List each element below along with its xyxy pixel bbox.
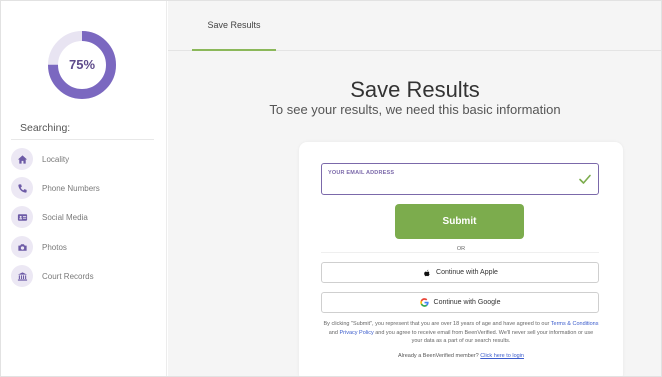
searching-label: Searching:: [20, 122, 71, 134]
login-prompt: Already a BeenVerified member? Click her…: [299, 353, 623, 359]
login-prompt-text: Already a BeenVerified member?: [398, 353, 481, 359]
sidebar-item-social-media: Social Media: [11, 205, 161, 229]
app-frame: 75% Searching: Locality Phone Numbers So…: [0, 0, 662, 377]
checkmark-icon: [579, 174, 591, 184]
login-link[interactable]: Click here to login: [480, 353, 524, 359]
email-field[interactable]: YOUR EMAIL ADDRESS: [321, 163, 599, 195]
sidebar-item-photos: Photos: [11, 235, 161, 259]
tab-save-results[interactable]: Save Results: [192, 1, 276, 51]
sidebar-item-label: Photos: [42, 242, 67, 252]
sidebar-item-phone-numbers: Phone Numbers: [11, 176, 161, 200]
google-button-label: Continue with Google: [433, 299, 501, 306]
main-content: Save Results Save Results To see your re…: [168, 1, 661, 376]
camera-icon: [11, 236, 33, 258]
email-field-label: YOUR EMAIL ADDRESS: [328, 170, 395, 176]
legal-disclaimer: By clicking "Submit", you represent that…: [323, 320, 599, 346]
sidebar-item-label: Social Media: [42, 212, 88, 222]
or-divider: [321, 252, 599, 253]
progress-percent: 75%: [68, 57, 96, 72]
google-icon: [419, 298, 429, 307]
sidebar-item-label: Court Records: [42, 271, 94, 281]
continue-with-apple-button[interactable]: Continue with Apple: [321, 262, 599, 283]
save-results-card: YOUR EMAIL ADDRESS Submit OR Continue wi…: [299, 142, 623, 376]
sidebar-item-label: Locality: [42, 154, 70, 164]
id-card-icon: [11, 206, 33, 228]
home-icon: [11, 148, 33, 170]
sidebar: 75% Searching: Locality Phone Numbers So…: [1, 1, 167, 376]
apple-icon: [422, 268, 431, 277]
sidebar-item-court-records: Court Records: [11, 264, 161, 288]
sidebar-item-label: Phone Numbers: [42, 183, 100, 193]
legal-text-1: By clicking "Submit", you represent that…: [323, 321, 551, 327]
continue-with-google-button[interactable]: Continue with Google: [321, 292, 599, 313]
phone-icon: [11, 177, 33, 199]
apple-button-label: Continue with Apple: [436, 269, 498, 276]
or-text: OR: [450, 246, 472, 252]
page-title: Save Results: [350, 77, 480, 102]
progress-ring: 75%: [47, 30, 117, 100]
or-label: OR: [299, 246, 623, 252]
privacy-policy-link[interactable]: Privacy Policy: [339, 330, 373, 336]
top-tab-bar: Save Results: [168, 1, 661, 51]
sidebar-item-locality: Locality: [11, 147, 161, 171]
page-subtitle: To see your results, we need this basic …: [269, 102, 561, 117]
legal-text-3: and you agree to receive email from Been…: [373, 329, 594, 345]
courthouse-icon: [11, 265, 33, 287]
legal-text-2: and: [328, 329, 340, 336]
sidebar-divider: [11, 139, 154, 140]
submit-button[interactable]: Submit: [395, 204, 524, 239]
terms-link[interactable]: Terms & Conditions: [551, 321, 599, 327]
